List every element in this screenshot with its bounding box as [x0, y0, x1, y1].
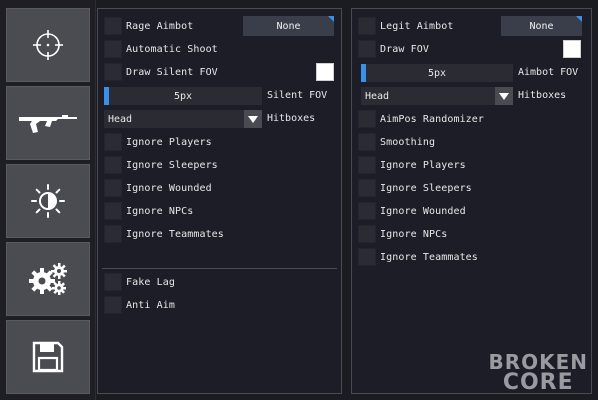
draw-fov-label: Draw FOV — [380, 43, 429, 55]
draw-fov-checkbox[interactable] — [358, 40, 376, 58]
draw-silent-fov-label: Draw Silent FOV — [126, 66, 218, 78]
silent-fov-slider[interactable]: 5px — [104, 87, 262, 105]
silent-fov-slider-value: 5px — [173, 90, 193, 102]
anti-aim-checkbox[interactable] — [104, 296, 122, 314]
rage-aimbot-label: Rage Aimbot — [126, 20, 194, 32]
left-ignore-wounded-row: Ignore Wounded — [104, 179, 212, 197]
automatic-shoot-checkbox[interactable] — [104, 40, 122, 58]
right-ignore-npcs-row: Ignore NPCs — [358, 225, 447, 243]
fake-lag-checkbox[interactable] — [104, 273, 122, 291]
right-ignore-players-label: Ignore Players — [380, 159, 466, 171]
right-ignore-teammates-checkbox[interactable] — [358, 248, 376, 266]
logo-line-2: CORE — [502, 370, 574, 395]
right-hitboxes-dropdown[interactable]: Head — [361, 87, 513, 105]
aimbot-fov-slider-value: 5px — [427, 67, 447, 79]
aimpos-randomizer-row: AimPos Randomizer — [358, 110, 484, 128]
fake-lag-label: Fake Lag — [126, 276, 175, 288]
right-ignore-wounded-checkbox[interactable] — [358, 202, 376, 220]
legit-aimbot-label: Legit Aimbot — [380, 20, 454, 32]
sidebar-button-save[interactable] — [6, 320, 90, 394]
legit-aimbot-keybind-value: None — [529, 20, 554, 32]
legit-aimbot-keybind[interactable]: None — [501, 16, 582, 36]
left-ignore-teammates-label: Ignore Teammates — [126, 228, 224, 240]
crosshair-icon — [30, 27, 66, 63]
rage-aimbot-keybind[interactable]: None — [243, 16, 334, 36]
smoothing-label: Smoothing — [380, 136, 436, 148]
right-ignore-teammates-row: Ignore Teammates — [358, 248, 478, 266]
left-ignore-sleepers-checkbox[interactable] — [104, 156, 122, 174]
left-hitboxes-label: Hitboxes — [267, 113, 316, 124]
legit-aimbot-checkbox[interactable] — [358, 17, 376, 35]
right-ignore-players-row: Ignore Players — [358, 156, 466, 174]
chevron-down-icon — [495, 87, 513, 105]
right-hitboxes-value: Head — [365, 90, 390, 102]
brand-logo: BROKEN CORE — [488, 352, 588, 394]
logo-line-1: BROKEN — [488, 350, 588, 374]
left-ignore-sleepers-row: Ignore Sleepers — [104, 156, 218, 174]
aimpos-randomizer-label: AimPos Randomizer — [380, 113, 485, 125]
left-ignore-teammates-row: Ignore Teammates — [104, 225, 224, 243]
right-ignore-sleepers-label: Ignore Sleepers — [380, 182, 472, 194]
left-ignore-wounded-label: Ignore Wounded — [126, 182, 212, 194]
right-ignore-sleepers-checkbox[interactable] — [358, 179, 376, 197]
sidebar-button-visuals[interactable] — [6, 164, 90, 238]
right-ignore-npcs-checkbox[interactable] — [358, 225, 376, 243]
fake-lag-row: Fake Lag — [104, 273, 175, 291]
keybind-corner-marker — [576, 16, 582, 22]
silent-fov-label: Silent FOV — [267, 90, 328, 101]
brightness-icon — [30, 183, 66, 219]
right-ignore-sleepers-row: Ignore Sleepers — [358, 179, 472, 197]
silent-fov-slider-fill — [104, 87, 109, 105]
right-ignore-teammates-label: Ignore Teammates — [380, 251, 478, 263]
left-ignore-wounded-checkbox[interactable] — [104, 179, 122, 197]
sidebar-button-aimbot[interactable] — [6, 8, 90, 82]
sidebar-button-settings[interactable] — [6, 242, 90, 316]
left-ignore-players-label: Ignore Players — [126, 136, 212, 148]
legit-aimbot-row: Legit Aimbot — [358, 17, 453, 35]
draw-silent-fov-checkbox[interactable] — [104, 63, 122, 81]
smoothing-checkbox[interactable] — [358, 133, 376, 151]
rage-aimbot-row: Rage Aimbot — [104, 17, 193, 35]
fov-color-picker[interactable] — [563, 40, 581, 58]
left-ignore-npcs-label: Ignore NPCs — [126, 205, 194, 217]
legit-panel: Legit Aimbot None Draw FOV 5px Aimbot FO… — [351, 8, 592, 394]
rage-panel: Rage Aimbot None Automatic Shoot Draw Si… — [97, 8, 342, 394]
smoothing-row: Smoothing — [358, 133, 435, 151]
draw-fov-row: Draw FOV — [358, 40, 429, 58]
left-ignore-npcs-checkbox[interactable] — [104, 202, 122, 220]
left-ignore-sleepers-label: Ignore Sleepers — [126, 159, 218, 171]
left-ignore-players-row: Ignore Players — [104, 133, 212, 151]
automatic-shoot-row: Automatic Shoot — [104, 40, 218, 58]
aimbot-fov-slider[interactable]: 5px — [361, 64, 513, 82]
left-ignore-npcs-row: Ignore NPCs — [104, 202, 193, 220]
gears-icon — [28, 261, 68, 297]
anti-aim-label: Anti Aim — [126, 299, 175, 311]
left-hitboxes-dropdown[interactable]: Head — [104, 110, 262, 128]
right-ignore-wounded-row: Ignore Wounded — [358, 202, 466, 220]
rage-aimbot-checkbox[interactable] — [104, 17, 122, 35]
floppy-disk-icon — [31, 340, 65, 374]
left-ignore-teammates-checkbox[interactable] — [104, 225, 122, 243]
aimpos-randomizer-checkbox[interactable] — [358, 110, 376, 128]
left-hitboxes-value: Head — [108, 113, 133, 125]
keybind-corner-marker — [328, 16, 334, 22]
aimbot-fov-slider-fill — [361, 64, 366, 82]
right-hitboxes-label: Hitboxes — [518, 90, 567, 101]
rifle-icon — [18, 110, 78, 136]
right-ignore-npcs-label: Ignore NPCs — [380, 228, 448, 240]
silent-fov-color-picker[interactable] — [316, 63, 334, 81]
left-ignore-players-checkbox[interactable] — [104, 133, 122, 151]
section-divider — [102, 268, 337, 269]
right-ignore-wounded-label: Ignore Wounded — [380, 205, 466, 217]
right-ignore-players-checkbox[interactable] — [358, 156, 376, 174]
draw-silent-fov-row: Draw Silent FOV — [104, 63, 218, 81]
sidebar — [0, 0, 96, 400]
sidebar-button-weapons[interactable] — [6, 86, 90, 160]
anti-aim-row: Anti Aim — [104, 296, 175, 314]
aimbot-fov-label: Aimbot FOV — [518, 67, 579, 78]
chevron-down-icon — [244, 110, 262, 128]
rage-aimbot-keybind-value: None — [276, 20, 301, 32]
automatic-shoot-label: Automatic Shoot — [126, 43, 218, 55]
